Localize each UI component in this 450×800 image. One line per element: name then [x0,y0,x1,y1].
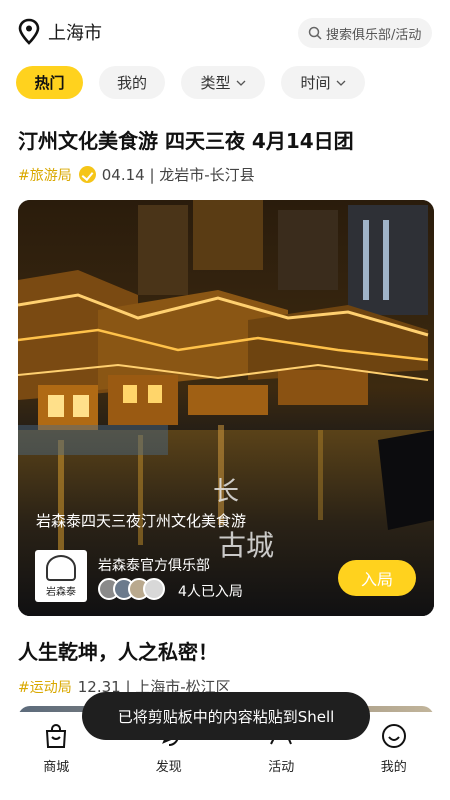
location-selector[interactable]: 上海市 [18,18,102,46]
club-logo-text: 岩森泰 [46,587,76,598]
post-cover-card[interactable]: 长 古城 岩森泰四天三夜汀州文化美食游 岩森泰 岩森泰官方俱乐部 4人已入局 入… [18,200,434,616]
clipboard-toast: 已将剪贴板中的内容粘贴到Shell [82,692,370,740]
filter-time[interactable]: 时间 [281,66,365,99]
post-title[interactable]: 人生乾坤，人之私密！ [18,636,218,665]
filter-mine[interactable]: 我的 [99,66,165,99]
location-pin-icon [18,18,40,45]
filter-hot[interactable]: 热门 [16,66,83,99]
filter-bar: 热门 我的 类型 时间 [16,66,365,99]
post-tag[interactable]: #旅游局 [18,165,72,185]
search-box[interactable]: 搜索俱乐部/活动 [298,18,432,48]
filter-mine-label: 我的 [116,74,147,92]
post-meta: #旅游局 04.14 | 龙岩市-长汀县 [18,164,255,185]
club-seal-icon [46,555,76,581]
filter-time-label: 时间 [300,74,331,92]
post-title[interactable]: 汀州文化美食游 四天三夜 4月14日团 [18,125,354,154]
club-logo[interactable]: 岩森泰 [35,550,87,602]
chevron-down-icon [336,80,345,86]
shopping-bag-icon [46,724,67,748]
filter-type[interactable]: 类型 [181,66,265,99]
cover-caption: 岩森泰四天三夜汀州文化美食游 [36,512,247,530]
verified-badge-icon [78,166,96,183]
nav-label: 活动 [268,760,295,775]
post-date-location: 04.14 | 龙岩市-长汀县 [101,166,255,184]
profile-icon [381,724,406,748]
filter-type-label: 类型 [200,74,231,92]
filter-hot-label: 热门 [34,74,65,92]
nav-label: 我的 [380,760,407,775]
nav-label: 商城 [43,760,70,775]
search-icon [308,26,322,40]
city-label: 上海市 [48,23,102,44]
post-tag[interactable]: #运动局 [18,677,72,697]
chevron-down-icon [236,80,245,86]
svg-text:古城: 古城 [218,529,274,562]
joined-count: 4人已入局 [178,584,243,600]
nav-label: 发现 [155,760,182,775]
svg-text:长: 长 [213,477,239,507]
avatar [143,578,165,600]
top-bar: 上海市 搜索俱乐部/活动 [0,0,450,64]
join-button[interactable]: 入局 [338,560,416,596]
search-placeholder: 搜索俱乐部/活动 [326,27,422,43]
club-name[interactable]: 岩森泰官方俱乐部 [98,555,210,575]
participant-avatars [98,578,165,600]
